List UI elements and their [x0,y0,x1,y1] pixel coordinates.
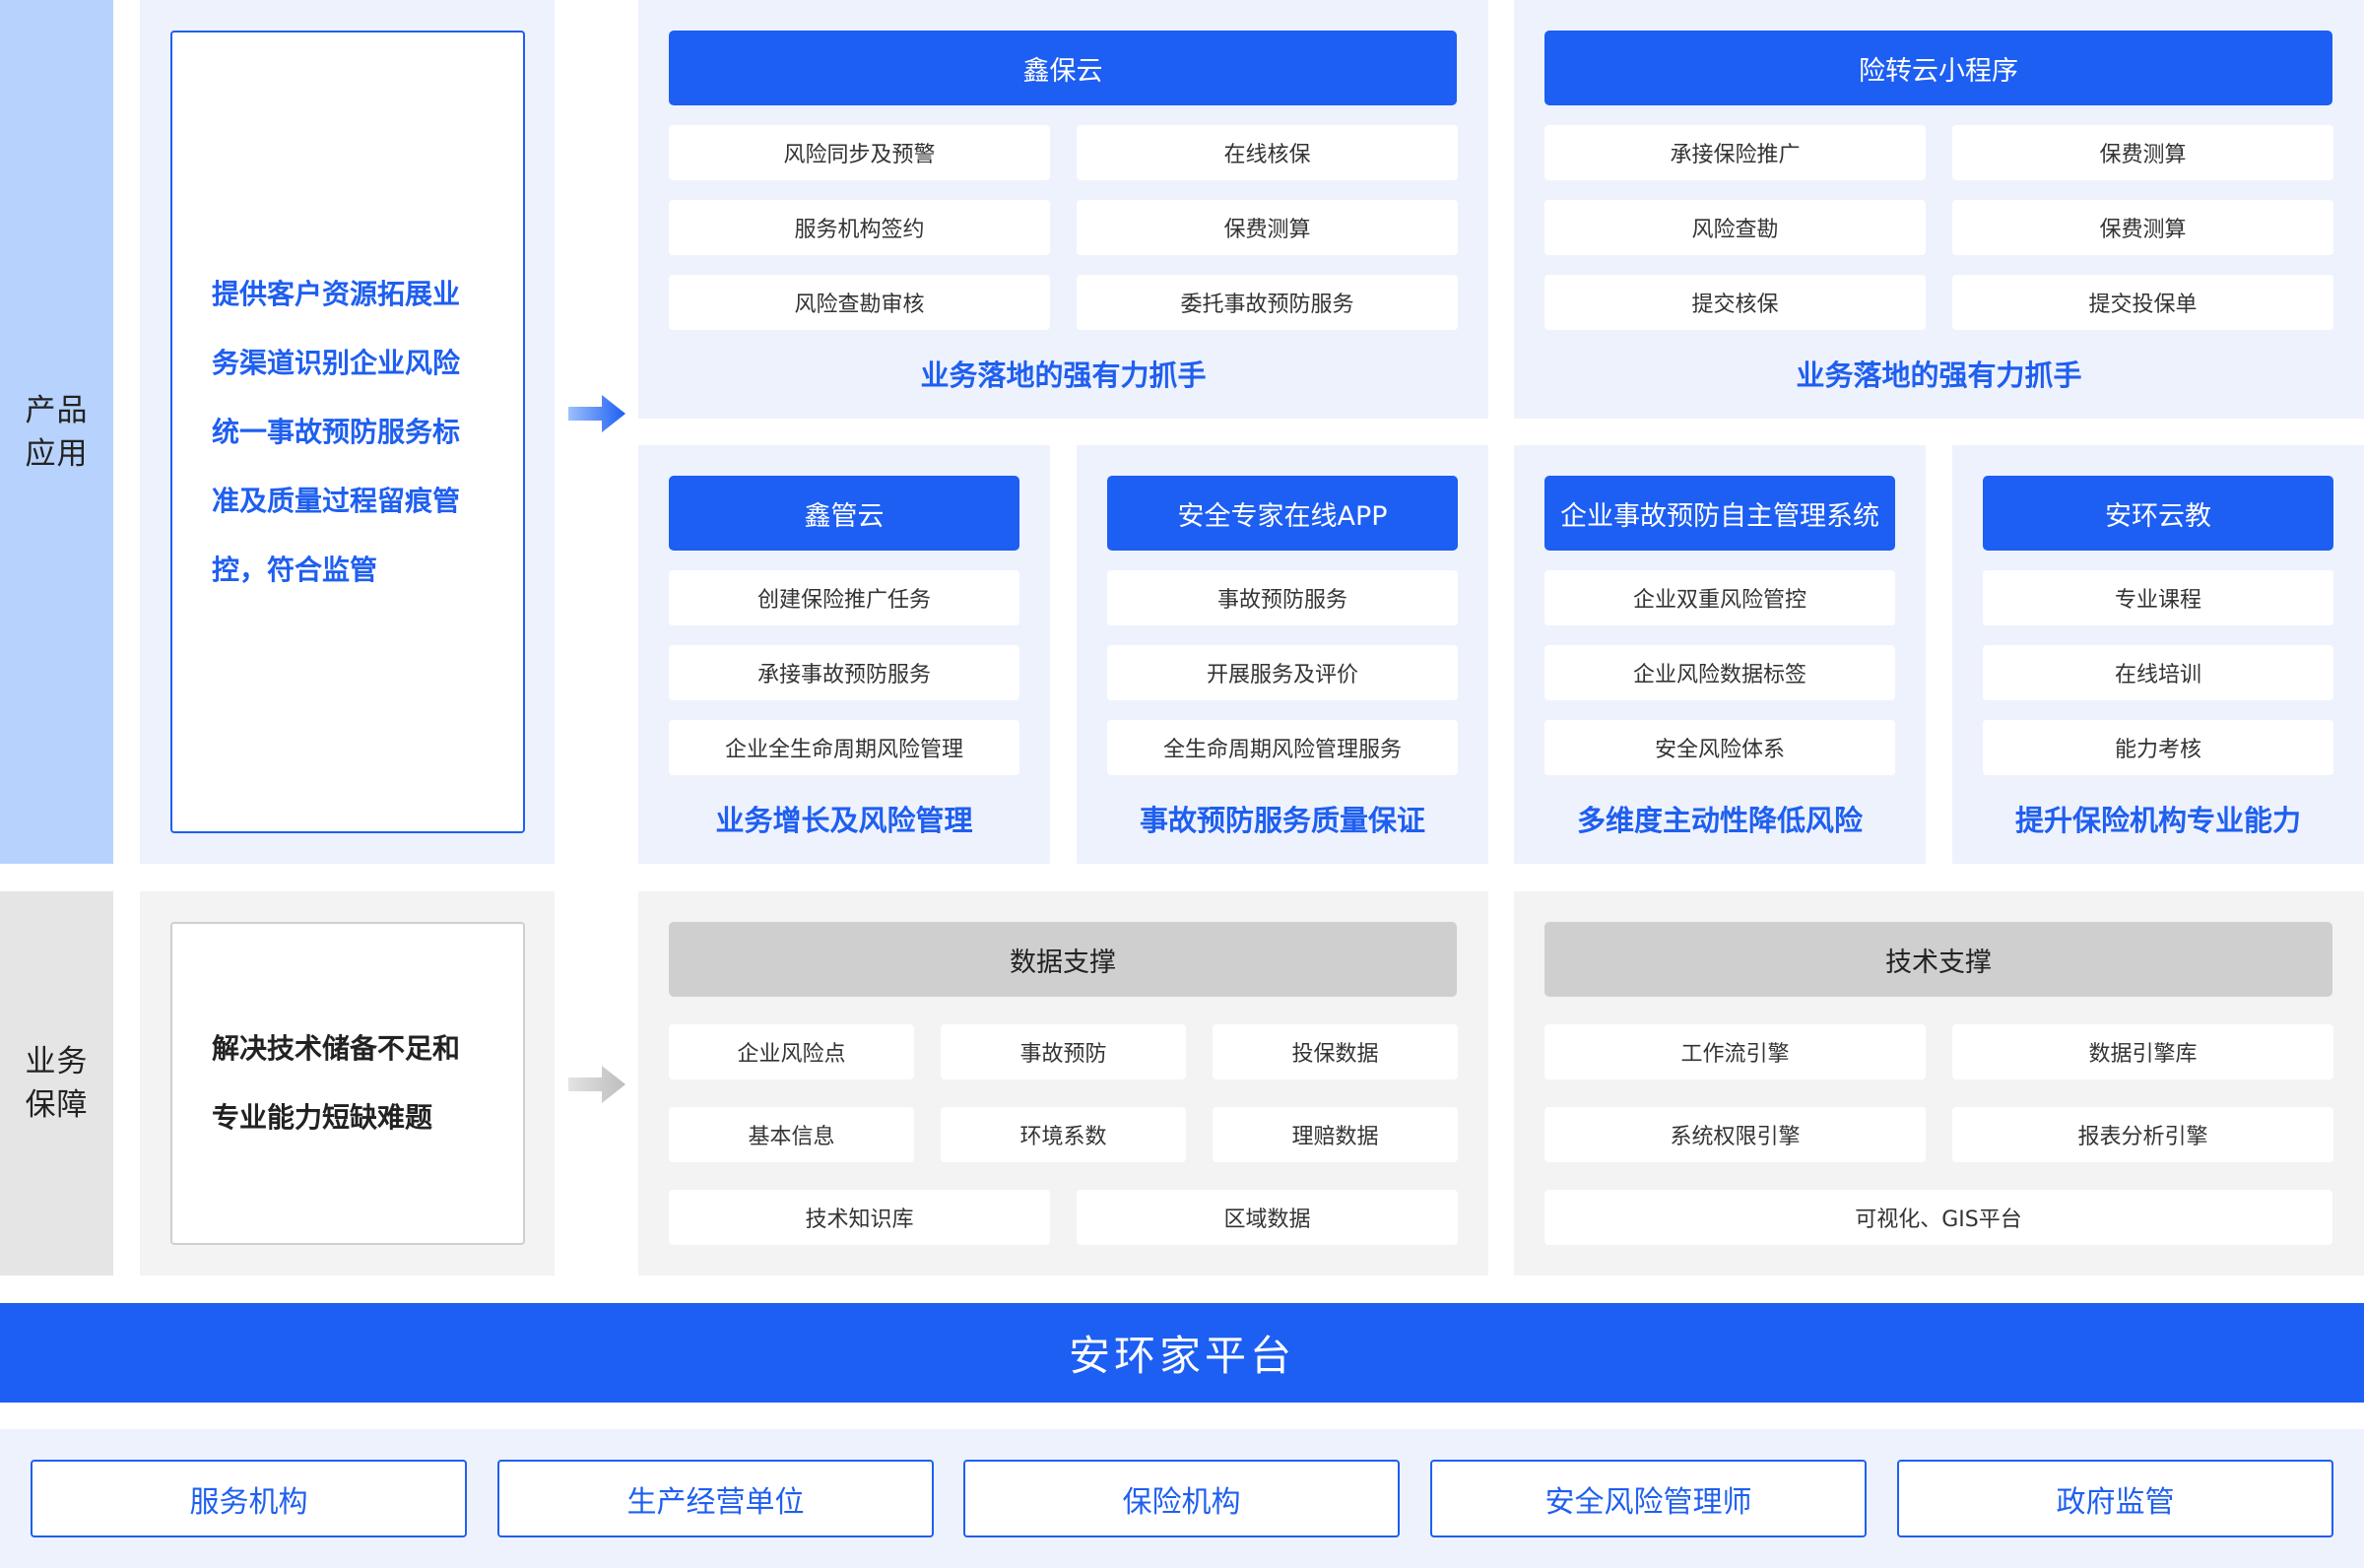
data-item: 企业风险点 [669,1024,914,1079]
tech-item: 可视化、GIS平台 [1544,1190,2332,1245]
module-item: 提交核保 [1544,275,1926,330]
stakeholder-box: 安全风险管理师 [1430,1460,1867,1537]
support-description-box: 解决技术储备不足和 专业能力短缺难题 [170,922,525,1245]
platform-bar: 安环家平台 [0,1303,2364,1403]
module-title: 鑫保云 [669,31,1457,105]
data-item: 技术知识库 [669,1190,1050,1245]
arrow-right-icon [565,1061,628,1108]
product-section-label: 产品 应用 [0,0,113,864]
module-title: 鑫管云 [669,476,1019,551]
module-item: 开展服务及评价 [1107,645,1458,700]
module-item: 承接事故预防服务 [669,645,1019,700]
support-description-line: 解决技术储备不足和 [212,1032,461,1065]
module-item: 保费测算 [1077,200,1458,255]
module-item: 能力考核 [1983,720,2333,775]
module-item: 风险同步及预警 [669,125,1050,180]
product-description-line: 统一事故预防服务标 [212,415,461,448]
product-description-line: 务渠道识别企业风险 [212,346,461,379]
data-item: 基本信息 [669,1107,914,1162]
module-title: 险转云小程序 [1544,31,2332,105]
product-description-line: 控，符合监管 [212,553,378,586]
module-tagline: 提升保险机构专业能力 [2014,804,2301,837]
product-description-box: 提供客户资源拓展业 务渠道识别企业风险 统一事故预防服务标 准及质量过程留痕管 … [170,31,525,833]
data-item: 理赔数据 [1213,1107,1458,1162]
module-item: 企业双重风险管控 [1544,570,1895,625]
arrow-right-icon [565,390,628,437]
data-item: 环境系数 [941,1107,1186,1162]
tech-item: 工作流引擎 [1544,1024,1926,1079]
module-item: 在线培训 [1983,645,2333,700]
platform-title: 安环家平台 [1068,1332,1295,1380]
module-item: 专业课程 [1983,570,2333,625]
module-item: 风险查勘 [1544,200,1926,255]
module-item: 在线核保 [1077,125,1458,180]
module-title: 安全专家在线APP [1107,476,1458,551]
module-tagline: 业务增长及风险管理 [715,804,973,837]
stakeholder-box: 服务机构 [31,1460,467,1537]
module-item: 创建保险推广任务 [669,570,1019,625]
tech-support-title: 技术支撑 [1544,922,2332,997]
support-label-line1: 业务 [25,1044,89,1079]
data-item: 区域数据 [1077,1190,1458,1245]
module-title: 安环云教 [1983,476,2333,551]
data-item: 投保数据 [1213,1024,1458,1079]
module-item: 安全风险体系 [1544,720,1895,775]
module-item: 承接保险推广 [1544,125,1926,180]
product-description-line: 准及质量过程留痕管 [212,484,461,517]
module-item: 保费测算 [1952,200,2333,255]
support-section-label: 业务 保障 [0,891,113,1275]
stakeholder-box: 生产经营单位 [497,1460,934,1537]
module-item: 企业全生命周期风险管理 [669,720,1019,775]
product-label-line1: 产品 [25,392,89,428]
module-item: 企业风险数据标签 [1544,645,1895,700]
data-support-title: 数据支撑 [669,922,1457,997]
tech-item: 报表分析引擎 [1952,1107,2333,1162]
module-title: 企业事故预防自主管理系统 [1544,476,1895,551]
support-label-line2: 保障 [25,1087,89,1123]
product-description-line: 提供客户资源拓展业 [212,277,461,310]
module-tagline: 业务落地的强有力抓手 [920,359,1207,392]
product-label-line2: 应用 [25,435,89,472]
module-tagline: 事故预防服务质量保证 [1139,804,1425,837]
module-tagline: 业务落地的强有力抓手 [1796,359,2082,392]
data-item: 事故预防 [941,1024,1186,1079]
module-item: 风险查勘审核 [669,275,1050,330]
module-item: 提交投保单 [1952,275,2333,330]
module-item: 委托事故预防服务 [1077,275,1458,330]
module-item: 事故预防服务 [1107,570,1458,625]
module-item: 服务机构签约 [669,200,1050,255]
module-item: 全生命周期风险管理服务 [1107,720,1458,775]
module-tagline: 多维度主动性降低风险 [1576,804,1863,837]
module-item: 保费测算 [1952,125,2333,180]
support-description-line: 专业能力短缺难题 [212,1101,433,1134]
tech-item: 数据引擎库 [1952,1024,2333,1079]
stakeholder-box: 保险机构 [963,1460,1400,1537]
tech-item: 系统权限引擎 [1544,1107,1926,1162]
stakeholder-box: 政府监管 [1897,1460,2333,1537]
